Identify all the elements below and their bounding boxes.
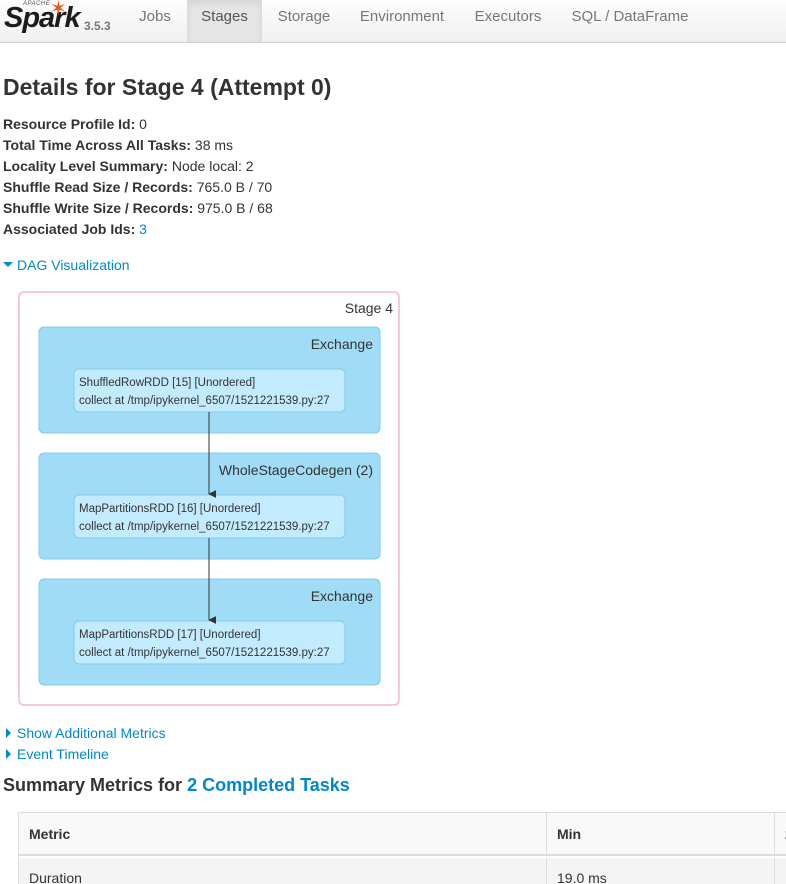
summary-metrics-heading: Summary Metrics for 2 Completed Tasks: [3, 775, 350, 796]
cluster-label: Exchange: [311, 336, 373, 352]
detail-shuffle-read: Shuffle Read Size / Records: 765.0 B / 7…: [3, 177, 272, 198]
spark-version: 3.5.3: [84, 19, 111, 33]
rdd-node-callsite: collect at /tmp/ipykernel_6507/152122153…: [79, 395, 330, 407]
nav-tab-storage[interactable]: Storage: [263, 0, 345, 42]
cluster-label: Exchange: [311, 588, 373, 604]
cluster-label: WholeStageCodegen (2): [219, 462, 373, 478]
detail-value: 765.0 B / 70: [196, 179, 273, 195]
table-cell-min: 19.0 ms: [547, 858, 775, 884]
caret-down-icon: [3, 261, 13, 267]
nav-tab-environment[interactable]: Environment: [346, 0, 458, 42]
dag-graph: Stage 4 Exchange ShuffledRowRDD [15] [Un…: [18, 291, 400, 706]
detail-shuffle-write: Shuffle Write Size / Records: 975.0 B / …: [3, 198, 273, 219]
table-header-percentile[interactable]: 2: [775, 813, 786, 856]
additional-metrics-label: Show Additional Metrics: [17, 725, 166, 741]
detail-label: Total Time Across All Tasks:: [3, 137, 192, 153]
completed-tasks-link[interactable]: 2 Completed Tasks: [187, 775, 350, 795]
dag-visualization-toggle[interactable]: DAG Visualization: [3, 257, 130, 273]
event-timeline-label: Event Timeline: [17, 746, 109, 762]
detail-value: 0: [139, 116, 147, 132]
nav-tab-stages[interactable]: Stages: [187, 0, 262, 42]
page-title: Details for Stage 4 (Attempt 0): [3, 74, 332, 100]
table-header-metric[interactable]: Metric: [19, 813, 547, 856]
table-cell-metric-name: Duration: [19, 858, 547, 884]
table-header-min[interactable]: Min: [547, 813, 775, 856]
spark-star-icon: ✶: [50, 0, 67, 20]
detail-label: Associated Job Ids:: [3, 221, 136, 237]
caret-right-icon: [6, 749, 11, 760]
detail-value: 38 ms: [194, 137, 234, 153]
detail-label: Shuffle Read Size / Records:: [3, 179, 193, 195]
rdd-node-name: MapPartitionsRDD [17] [Unordered]: [79, 629, 261, 641]
detail-locality-summary: Locality Level Summary: Node local: 2: [3, 156, 254, 177]
logo-spark-text: Spark: [4, 2, 81, 34]
detail-total-time: Total Time Across All Tasks: 38 ms: [3, 135, 233, 156]
rdd-node-callsite: collect at /tmp/ipykernel_6507/152122153…: [79, 647, 330, 659]
detail-value: Node local: 2: [171, 158, 254, 174]
detail-resource-profile: Resource Profile Id: 0: [3, 114, 147, 135]
detail-label: Shuffle Write Size / Records:: [3, 200, 194, 216]
nav-tab-sql-dataframe[interactable]: SQL / DataFrame: [558, 0, 702, 42]
summary-heading-prefix: Summary Metrics for: [3, 775, 188, 795]
rdd-node-name: MapPartitionsRDD [16] [Unordered]: [79, 503, 261, 515]
detail-value: 975.0 B / 68: [197, 200, 273, 216]
rdd-node-name: ShuffledRowRDD [15] [Unordered]: [79, 377, 255, 389]
summary-metrics-table: Metric Min 2 Duration 19.0 ms 1: [18, 812, 786, 884]
detail-label: Locality Level Summary:: [3, 158, 168, 174]
dag-toggle-label: DAG Visualization: [17, 257, 130, 273]
caret-right-icon: [6, 728, 11, 739]
detail-label: Resource Profile Id:: [3, 116, 136, 132]
event-timeline-toggle[interactable]: Event Timeline: [3, 746, 109, 762]
rdd-node-callsite: collect at /tmp/ipykernel_6507/152122153…: [79, 521, 330, 533]
nav-tab-jobs[interactable]: Jobs: [124, 0, 186, 42]
top-navbar: APACHE Spark ✶ 3.5.3 Jobs Stages Storage…: [0, 0, 786, 43]
job-id-link[interactable]: 3: [139, 221, 147, 237]
table-cell-percentile: 1: [775, 858, 786, 884]
spark-logo[interactable]: APACHE Spark ✶: [2, 0, 82, 36]
nav-tab-executors[interactable]: Executors: [459, 0, 557, 42]
detail-associated-jobs: Associated Job Ids: 3: [3, 219, 147, 240]
show-additional-metrics-toggle[interactable]: Show Additional Metrics: [3, 725, 166, 741]
stage-label: Stage 4: [345, 300, 393, 316]
